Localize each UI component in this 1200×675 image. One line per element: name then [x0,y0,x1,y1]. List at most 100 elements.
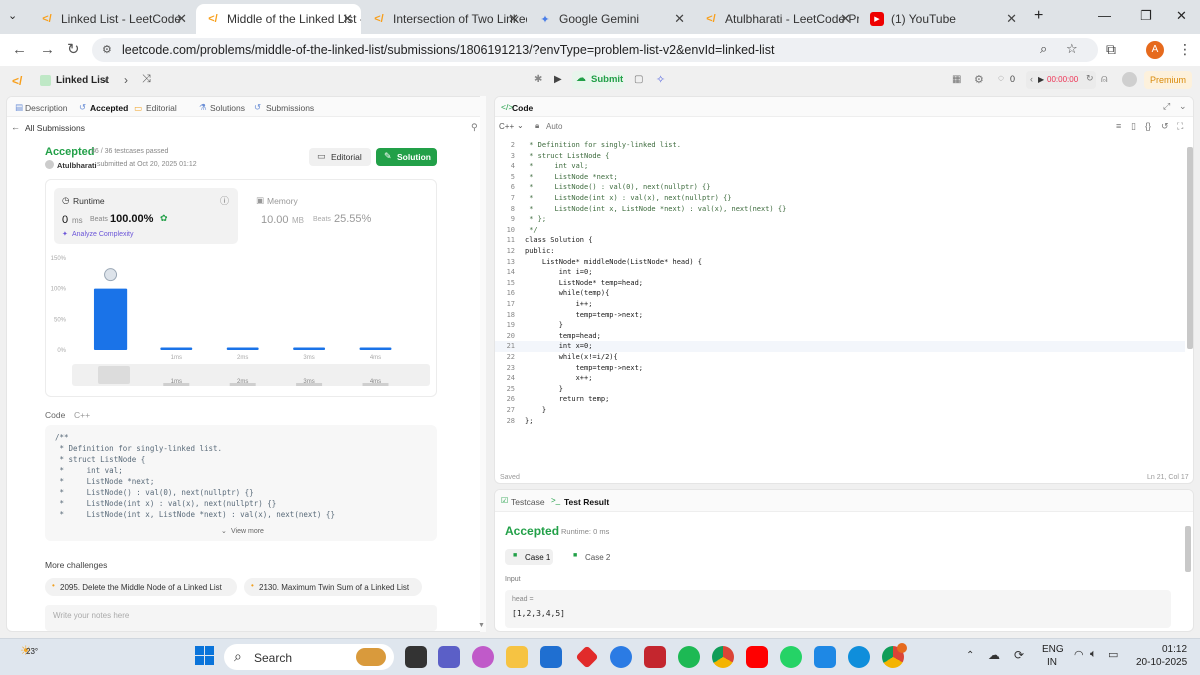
fullscreen-icon[interactable]: ⛶ [1177,121,1183,132]
browser-tab-6[interactable]: ▶ (1) YouTube ✕ [860,4,1025,34]
braces-icon[interactable]: {} [1145,121,1151,131]
collapse-icon[interactable]: ⌄ [1179,101,1187,112]
tab-editorial[interactable]: Editorial [146,103,177,113]
case-2-tab[interactable]: ■ Case 2 [565,549,613,565]
notes-input[interactable]: Write your notes here [45,605,437,631]
windows-start-icon[interactable] [195,646,215,666]
bookmark-icon[interactable]: ▯ [1131,121,1136,132]
expand-icon[interactable]: ⤢ [1163,101,1170,112]
browser-tab-2[interactable]: </ Middle of the Linked List - ✕ [196,4,361,34]
tab-testcase[interactable]: Testcase [511,497,545,507]
solution-button[interactable]: ✎ Solution [376,148,437,166]
browser-tab-1[interactable]: </ Linked List - LeetCode ✕ [30,4,195,34]
forward-icon[interactable]: → [40,41,55,58]
memory-box[interactable]: ▣ Memory 10.00 MB Beats 25.55% [248,188,432,244]
task-view-icon[interactable] [405,646,427,668]
bookmark-star-icon[interactable]: ☆ [1066,41,1078,57]
shuffle-icon[interactable]: ⤨ [142,73,151,86]
weather-widget[interactable]: ☀ 23° [20,643,42,665]
editorial-button[interactable]: ▭ Editorial [309,148,371,166]
tab-accepted[interactable]: Accepted [90,103,128,113]
app-blue-icon[interactable] [610,646,632,668]
slider-handle[interactable] [98,366,130,384]
timer-widget[interactable]: ‹ ▶ 00:00:00 ↻ [1026,71,1096,89]
edge-icon[interactable] [848,646,870,668]
reload-icon[interactable]: ↻ [67,40,80,58]
lang-secondary[interactable]: IN [1047,657,1057,668]
close-icon[interactable]: ✕ [840,11,851,27]
analyze-complexity-link[interactable]: Analyze Complexity [72,231,133,238]
chart-bar[interactable] [359,347,392,351]
teams-icon[interactable] [438,646,460,668]
view-more-link[interactable]: View more [231,528,264,535]
chart-bar[interactable] [93,288,128,350]
minimize-icon[interactable]: — [1098,8,1111,23]
wifi-icon[interactable]: ◠ [1074,648,1084,661]
submitter-name[interactable]: Atulbharati [57,161,97,170]
runtime-box[interactable]: ◷ Runtime ⓘ 0 ms Beats 100.00% ✿ ✦ Analy… [54,188,238,244]
reset-code-icon[interactable]: ↺ [1161,121,1169,132]
whatsapp-icon[interactable] [780,646,802,668]
tab-search-icon[interactable]: ⌄ [8,9,17,22]
editor-scrollbar[interactable] [1187,147,1193,349]
submit-button[interactable]: ☁ Submit [572,71,624,89]
mode-label[interactable]: Auto [546,122,562,131]
tab-test-result[interactable]: Test Result [564,497,609,507]
tab-solutions[interactable]: Solutions [210,103,245,113]
mcafee-icon[interactable] [644,646,666,668]
cloud-icon[interactable]: ☁ [988,648,1000,662]
zoom-icon[interactable]: ⌕ [1040,41,1047,57]
settings-gear-icon[interactable]: ⚙ [974,73,984,86]
back-icon[interactable]: ← [12,41,27,58]
layout-icon[interactable]: ▦ [952,74,961,85]
youtube-taskbar-icon[interactable] [746,646,768,668]
close-icon[interactable]: ✕ [176,11,187,27]
chart-bar[interactable] [160,347,193,351]
volume-icon[interactable]: 🔈︎ [1090,648,1097,661]
left-panel-scrollbar[interactable] [480,96,486,632]
clock-time[interactable]: 01:12 [1162,644,1187,655]
tray-chevron-icon[interactable]: ⌃ [966,650,974,661]
prev-problem-icon[interactable]: ‹ [104,73,108,87]
case-1-tab[interactable]: ■ Case 1 [505,549,553,565]
spotify-icon[interactable] [678,646,700,668]
challenge-chip-2[interactable]: • 2130. Maximum Twin Sum of a Linked Lis… [244,578,422,596]
browser-tab-5[interactable]: </ Atulbharati - LeetCode Pro ✕ [694,4,859,34]
sync-icon[interactable]: ⟳ [1014,648,1024,662]
scroll-down-icon[interactable]: ▼ [478,622,485,629]
tab-submissions[interactable]: Submissions [266,103,314,113]
site-info-icon[interactable]: ⚙ [102,43,112,56]
chrome-icon[interactable] [712,646,734,668]
file-explorer-icon[interactable] [506,646,528,668]
window-close-icon[interactable]: ✕ [1176,8,1187,24]
menu-icon[interactable]: ⋮ [1178,41,1192,58]
link-icon[interactable]: ⚲ [471,122,478,133]
close-icon[interactable]: ✕ [674,11,685,27]
challenge-chip-1[interactable]: • 2095. Delete the Middle Node of a Link… [45,578,237,596]
url-field[interactable]: ⚙ leetcode.com/problems/middle-of-the-li… [92,38,1098,62]
format-icon[interactable]: ≡ [1116,121,1121,131]
battery-icon[interactable]: ▭ [1108,648,1118,661]
reset-icon[interactable]: ↻ [1086,73,1094,84]
debug-icon[interactable]: ✱ [534,74,542,85]
close-icon[interactable]: ✕ [508,11,519,27]
arrow-left-icon[interactable]: ← [11,122,20,132]
tab-description[interactable]: Description [25,103,68,113]
streak-icon[interactable]: ◌ [998,73,1004,84]
close-icon[interactable]: ✕ [1006,11,1017,27]
chevron-down-icon[interactable]: ⌄ [517,121,524,130]
next-problem-icon[interactable]: › [124,73,128,87]
language-select[interactable]: C++ [499,122,514,131]
premium-button[interactable]: Premium [1144,71,1192,89]
close-icon[interactable]: ✕ [342,11,353,27]
chart-bar[interactable] [226,347,259,351]
extensions-icon[interactable]: ⧉ [1106,41,1116,58]
browser-tab-3[interactable]: </ Intersection of Two Linked ✕ [362,4,527,34]
vscode-icon[interactable] [814,646,836,668]
taskbar-search[interactable]: ⌕ Search [224,644,394,670]
chevron-left-icon[interactable]: ‹ [1030,74,1033,84]
maximize-icon[interactable]: ❐ [1140,8,1152,24]
avatar[interactable] [1122,72,1137,87]
clock-date[interactable]: 20-10-2025 [1136,657,1187,668]
run-icon[interactable]: ▶ [554,74,562,85]
